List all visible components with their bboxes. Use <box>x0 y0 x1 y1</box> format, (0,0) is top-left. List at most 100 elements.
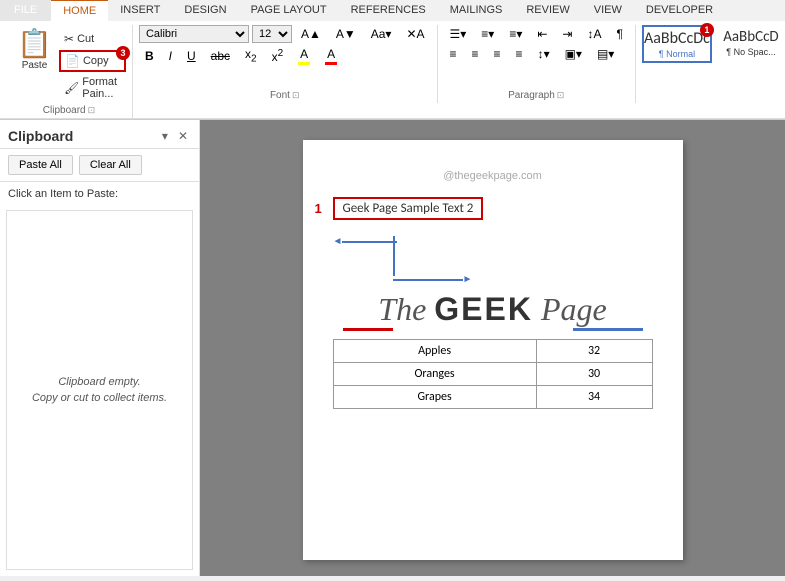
bold-button[interactable]: B <box>139 47 160 65</box>
paragraph-group-content: ☰▾ ≡▾ ≡▾ ⇤ ⇥ ↕A ¶ ≡ ≡ ≡ ≡ ↕▾ ▣▾ ▤▾ <box>444 25 629 88</box>
left-arrow-head: ◄ <box>333 236 343 247</box>
sidebar-close-button[interactable]: ✕ <box>175 128 191 144</box>
paste-label: Paste <box>22 60 48 71</box>
font-group-label: Font <box>270 88 290 103</box>
style-nospace-preview: AaBbCcD <box>723 28 778 46</box>
paragraph-group-label: Paragraph <box>508 88 555 103</box>
clipboard-empty-line2: Copy or cut to collect items. <box>32 392 167 404</box>
right-arrow-head: ► <box>463 274 473 285</box>
align-right-button[interactable]: ≡ <box>488 45 507 63</box>
paste-all-button[interactable]: Paste All <box>8 155 73 175</box>
tab-file[interactable]: FILE <box>0 0 51 21</box>
tab-page-layout[interactable]: PAGE LAYOUT <box>239 0 339 21</box>
font-color-indicator <box>325 62 337 65</box>
tab-insert[interactable]: INSERT <box>108 0 172 21</box>
cut-icon: ✂ <box>64 32 74 46</box>
underline-page <box>573 328 643 331</box>
cut-label: Cut <box>77 33 94 45</box>
sidebar-options-button[interactable]: ▾ <box>159 128 171 144</box>
paragraph-expand-icon[interactable]: ⊡ <box>557 90 565 101</box>
format-paint-label: Format Pain... <box>82 76 121 100</box>
table-cell-item-1: Oranges <box>333 363 536 386</box>
clear-formatting-button[interactable]: ✕A <box>400 25 430 43</box>
show-formatting-button[interactable]: ¶ <box>610 25 628 43</box>
paste-icon: 📋 <box>17 30 52 58</box>
italic-button[interactable]: I <box>163 47 178 65</box>
clipboard-items-area: Clipboard empty. Copy or cut to collect … <box>6 210 193 570</box>
font-name-select[interactable]: Calibri <box>139 25 249 43</box>
right-arrow-container: ► <box>393 236 473 285</box>
tab-view[interactable]: VIEW <box>582 0 634 21</box>
superscript-button[interactable]: x2 <box>266 46 290 66</box>
logo-area: The GEEK Page <box>333 291 653 331</box>
justify-button[interactable]: ≡ <box>510 45 529 63</box>
tab-references[interactable]: REFERENCES <box>339 0 438 21</box>
line-spacing-button[interactable]: ↕▾ <box>532 45 556 63</box>
document-area: @thegeekpage.com 1 Geek Page Sample Text… <box>200 120 785 576</box>
clipboard-sub-buttons: ✂ Cut 📄 Copy 3 🖌 Format Pain... <box>59 25 126 103</box>
cut-button[interactable]: ✂ Cut <box>59 29 126 49</box>
ribbon-tabs: FILE HOME INSERT DESIGN PAGE LAYOUT REFE… <box>0 0 785 21</box>
font-group: Calibri 12 A▲ A▼ Aa▾ ✕A B I U abc x2 <box>133 25 438 103</box>
table-row: Oranges 30 <box>333 363 652 386</box>
font-group-content: Calibri 12 A▲ A▼ Aa▾ ✕A B I U abc x2 <box>139 25 431 88</box>
borders-button[interactable]: ▤▾ <box>591 45 620 63</box>
bullets-button[interactable]: ☰▾ <box>444 25 473 43</box>
copy-button[interactable]: 📄 Copy 3 <box>59 50 126 72</box>
tab-design[interactable]: DESIGN <box>172 0 238 21</box>
strikethrough-button[interactable]: abc <box>205 47 236 65</box>
ribbon-content: 📋 Paste ✂ Cut 📄 Copy 3 🖌 Forma <box>0 21 785 119</box>
sample-text-number: 1 <box>315 201 322 217</box>
subscript-button[interactable]: x2 <box>239 45 263 66</box>
sidebar-actions: Paste All Clear All <box>0 149 199 182</box>
data-table: Apples 32 Oranges 30 Grapes 34 <box>333 339 653 409</box>
underline-the <box>343 328 393 331</box>
logo-geek: GEEK <box>434 291 533 327</box>
clipboard-empty-message: Clipboard empty. Copy or cut to collect … <box>32 374 167 407</box>
align-center-button[interactable]: ≡ <box>466 45 485 63</box>
tab-review[interactable]: REVIEW <box>514 0 581 21</box>
paragraph-group: ☰▾ ≡▾ ≡▾ ⇤ ⇥ ↕A ¶ ≡ ≡ ≡ ≡ ↕▾ ▣▾ ▤▾ <box>438 25 636 103</box>
font-style-row: B I U abc x2 x2 A A <box>139 45 343 67</box>
tab-home[interactable]: HOME <box>51 0 108 21</box>
change-case-button[interactable]: Aa▾ <box>365 25 398 43</box>
clipboard-expand-icon[interactable]: ⊡ <box>88 105 96 116</box>
shrink-font-button[interactable]: A▼ <box>330 25 362 43</box>
table-cell-value-2: 34 <box>536 386 652 409</box>
right-arrow-line <box>393 279 463 281</box>
font-size-select[interactable]: 12 <box>252 25 292 43</box>
increase-indent-button[interactable]: ⇥ <box>556 25 578 43</box>
format-paint-button[interactable]: 🖌 Format Pain... <box>59 73 126 103</box>
font-color-button[interactable]: A <box>319 45 343 67</box>
tab-developer[interactable]: DEVELOPER <box>634 0 725 21</box>
styles-badge: 1 <box>700 23 714 37</box>
styles-group: AaBbCcDc ¶ Normal 1 AaBbCcD ¶ No Spac...… <box>636 25 785 103</box>
style-nospace-label: ¶ No Spac... <box>726 47 775 57</box>
sort-button[interactable]: ↕A <box>581 25 607 43</box>
sample-text-wrapper: 1 Geek Page Sample Text 2 <box>333 197 653 220</box>
right-arrow: ► <box>393 274 473 285</box>
clipboard-group-label-row: Clipboard ⊡ <box>12 103 126 118</box>
font-expand-icon[interactable]: ⊡ <box>292 90 300 101</box>
clear-all-button[interactable]: Clear All <box>79 155 142 175</box>
multilevel-button[interactable]: ≡▾ <box>503 25 528 43</box>
paste-button[interactable]: 📋 Paste <box>12 25 57 76</box>
numbering-button[interactable]: ≡▾ <box>475 25 500 43</box>
logo-underlines <box>333 328 653 331</box>
shading-button[interactable]: ▣▾ <box>559 45 588 63</box>
table-cell-value-0: 32 <box>536 340 652 363</box>
grow-font-button[interactable]: A▲ <box>295 25 327 43</box>
copy-label: Copy <box>83 55 109 67</box>
text-highlight-button[interactable]: A <box>292 45 316 67</box>
decrease-indent-button[interactable]: ⇤ <box>531 25 553 43</box>
align-row: ≡ ≡ ≡ ≡ ↕▾ ▣▾ ▤▾ <box>444 45 621 63</box>
table-cell-value-1: 30 <box>536 363 652 386</box>
style-no-space[interactable]: AaBbCcD ¶ No Spac... <box>716 25 785 60</box>
main-layout: Clipboard ▾ ✕ Paste All Clear All Click … <box>0 120 785 576</box>
font-name-row: Calibri 12 A▲ A▼ Aa▾ ✕A <box>139 25 431 43</box>
underline-button[interactable]: U <box>181 47 202 65</box>
align-left-button[interactable]: ≡ <box>444 45 463 63</box>
copy-badge: 3 <box>116 46 130 60</box>
tab-mailings[interactable]: MAILINGS <box>438 0 515 21</box>
style-normal[interactable]: AaBbCcDc ¶ Normal 1 <box>642 25 712 63</box>
